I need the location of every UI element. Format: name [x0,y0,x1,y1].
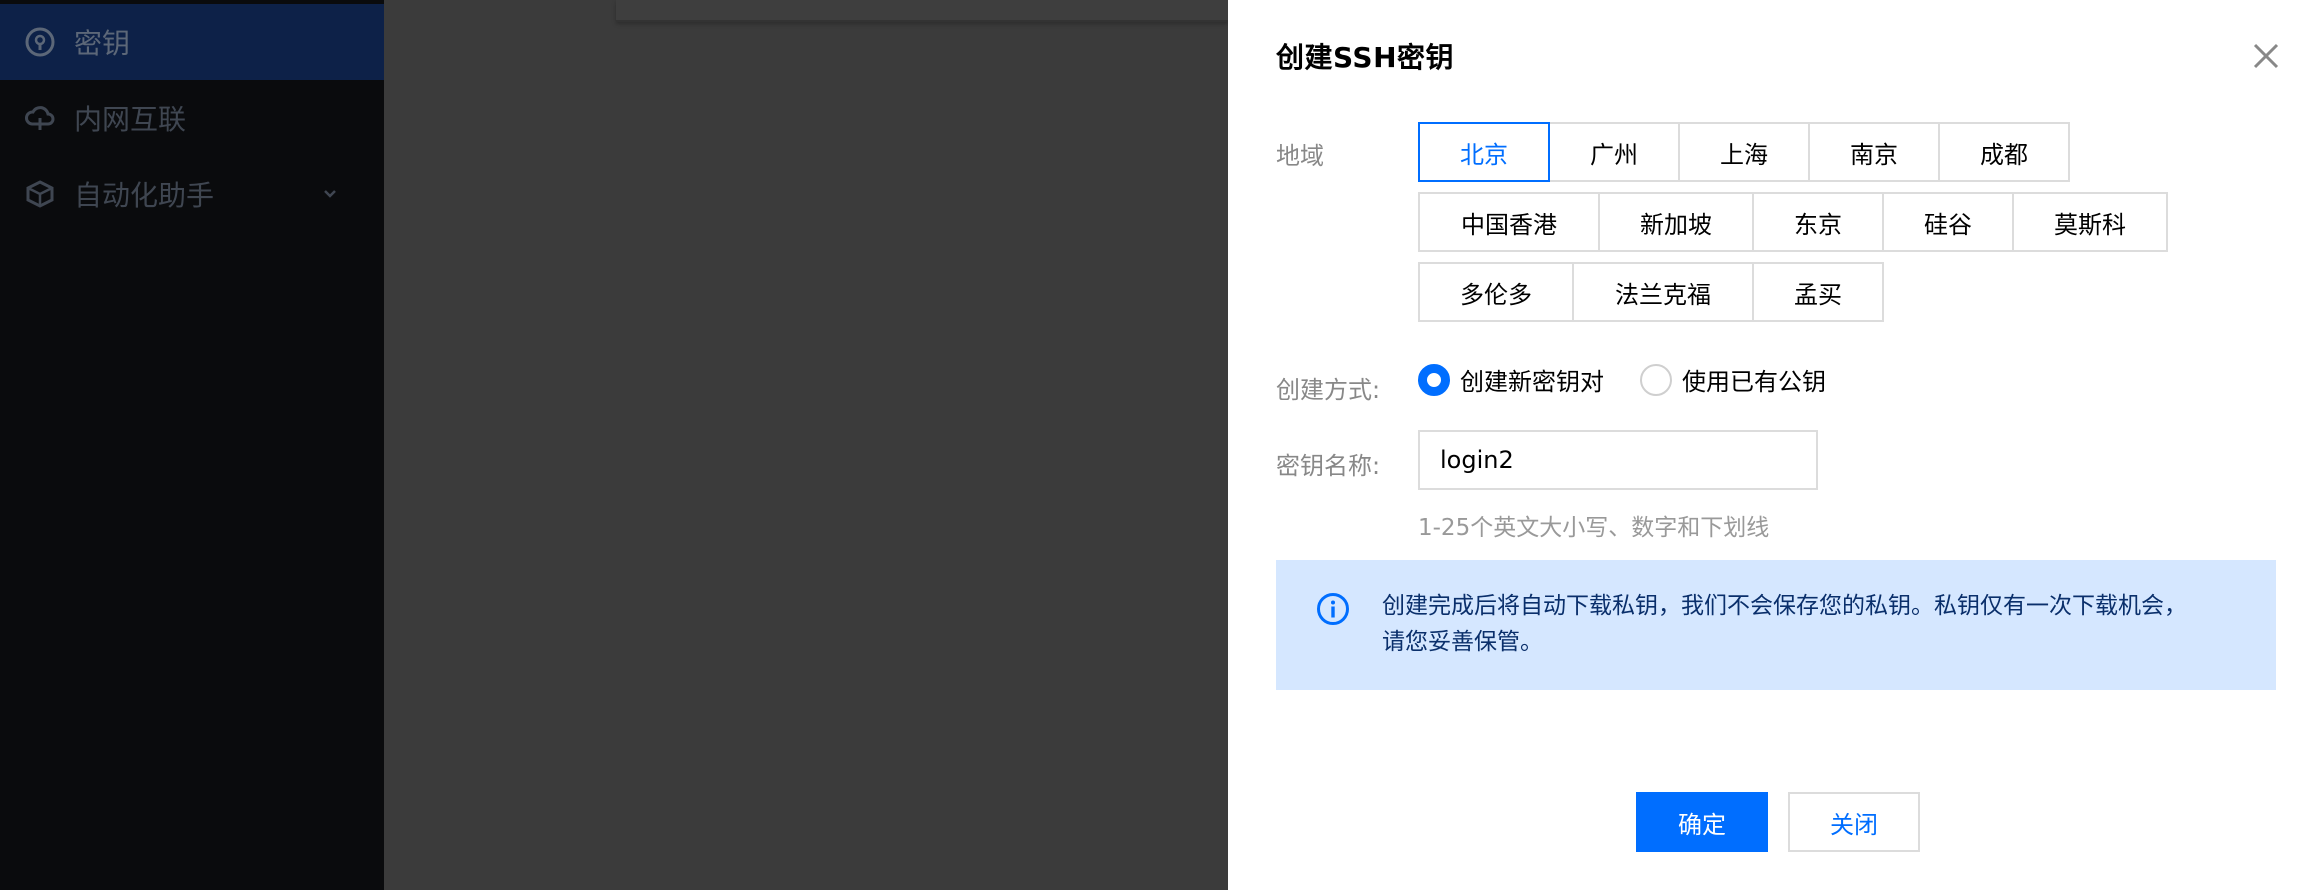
region-option[interactable]: 广州 [1548,122,1680,182]
info-text: 创建完成后将自动下载私钥，我们不会保存您的私钥。私钥仅有一次下载机会，请您妥善保… [1382,593,2187,655]
create-ssh-key-drawer: 创建SSH密钥 地域 北京 广州 上海 南京 成都 中国香港 新加坡 东京 硅谷… [1228,0,2304,890]
region-option[interactable]: 中国香港 [1418,192,1600,252]
method-label: 创建方式: [1276,376,1381,404]
region-option[interactable]: 北京 [1418,122,1550,182]
radio-checked-icon [1418,363,1450,396]
region-option[interactable]: 新加坡 [1598,192,1754,252]
radio-unchecked-icon [1640,363,1672,396]
key-name-hint: 1-25个英文大小写、数字和下划线 [1418,515,1770,541]
sidebar: 密钥 内网互联 自动化助手 [0,0,384,890]
info-icon [1316,592,1350,626]
key-name-label: 密钥名称: [1276,452,1381,480]
sidebar-item-label: 自动化助手 [74,179,215,212]
region-row-2: 中国香港 新加坡 东京 硅谷 莫斯科 [1418,192,2168,252]
sidebar-item-label: 密钥 [74,27,131,60]
region-option[interactable]: 上海 [1678,122,1810,182]
sidebar-item-keys[interactable]: 密钥 [0,4,384,80]
key-name-input[interactable] [1418,430,1818,490]
sidebar-item-intranet[interactable]: 内网互联 [0,80,384,156]
background-card [616,0,1228,22]
sidebar-item-automation[interactable]: 自动化助手 [0,156,384,232]
radio-use-existing-pubkey[interactable]: 使用已有公钥 [1640,362,1826,397]
region-option[interactable]: 硅谷 [1882,192,2014,252]
info-alert: 创建完成后将自动下载私钥，我们不会保存您的私钥。私钥仅有一次下载机会，请您妥善保… [1276,560,2276,690]
chevron-down-icon[interactable] [316,180,344,208]
radio-create-new-keypair[interactable]: 创建新密钥对 [1418,362,1604,397]
region-row-1: 北京 广州 上海 南京 成都 [1418,122,2070,182]
sidebar-item-label: 内网互联 [74,103,187,136]
radio-label: 创建新密钥对 [1460,368,1604,396]
cloud-link-icon [24,102,56,134]
confirm-button[interactable]: 确定 [1636,792,1768,852]
region-option[interactable]: 多伦多 [1418,262,1574,322]
region-option[interactable]: 孟买 [1752,262,1884,322]
key-circle-icon [24,26,56,58]
close-icon[interactable] [2250,40,2282,72]
region-option[interactable]: 莫斯科 [2012,192,2168,252]
close-button[interactable]: 关闭 [1788,792,1920,852]
page-overlay[interactable] [384,0,1228,890]
region-option[interactable]: 法兰克福 [1572,262,1754,322]
region-row-3: 多伦多 法兰克福 孟买 [1418,262,1884,322]
drawer-title: 创建SSH密钥 [1276,41,1455,74]
radio-label: 使用已有公钥 [1682,368,1826,396]
method-radio-group: 创建新密钥对 使用已有公钥 [1418,362,1862,397]
cube-icon [24,178,56,210]
region-label: 地域 [1276,142,1324,170]
region-option[interactable]: 成都 [1938,122,2070,182]
region-option[interactable]: 南京 [1808,122,1940,182]
region-option[interactable]: 东京 [1752,192,1884,252]
